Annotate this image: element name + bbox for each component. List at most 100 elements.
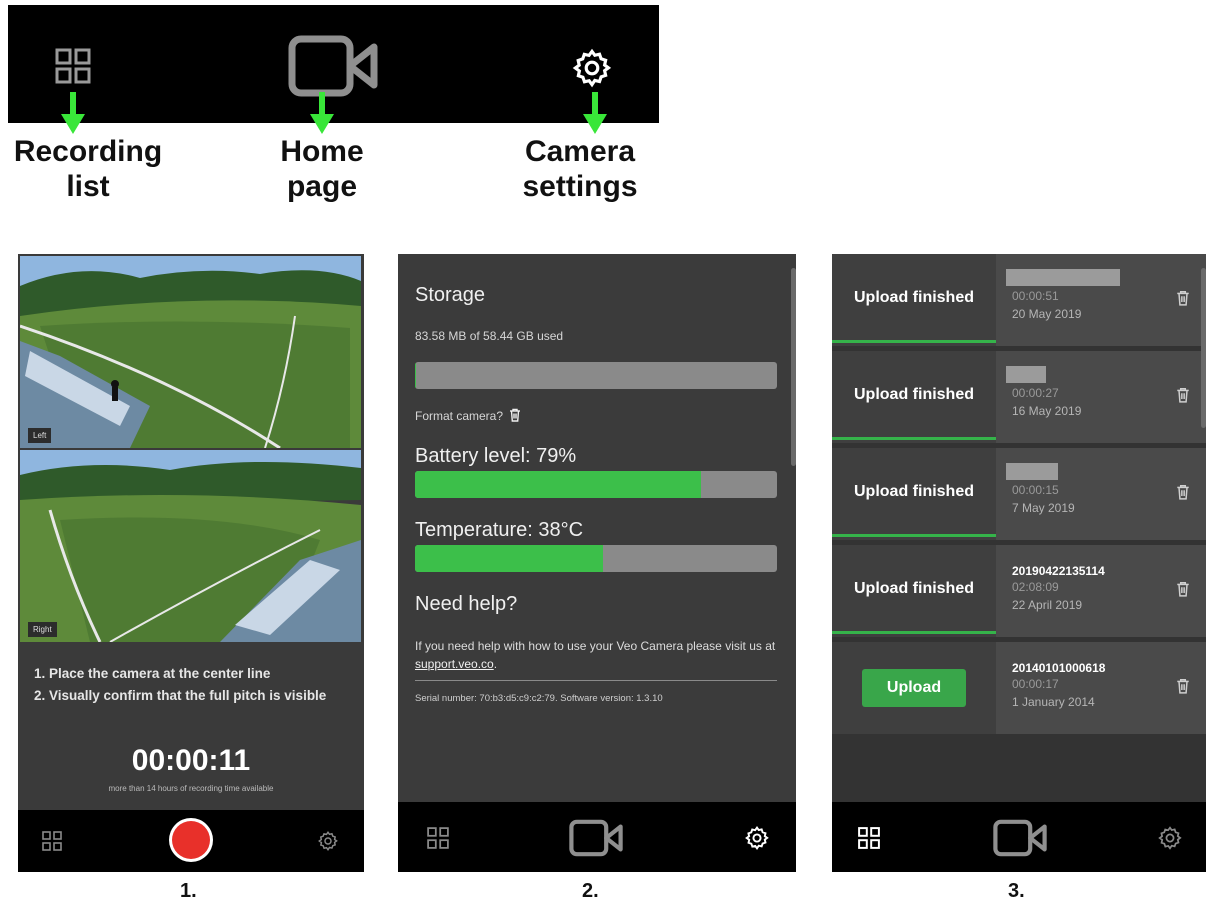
gear-icon	[572, 48, 612, 88]
upload-status: Upload finished	[854, 386, 974, 403]
list-item[interactable]: Upload finished 00:00:51 20 May 2019	[832, 254, 1206, 346]
camera-left-tag: Left	[28, 428, 52, 443]
battery-bar-fill	[415, 471, 701, 498]
temperature-label: Temperature: 38°C	[415, 519, 584, 541]
upload-status: Upload finished	[854, 483, 974, 500]
help-text-body: If you need help with how to use your Ve…	[415, 639, 776, 653]
bottom-nav-bar	[832, 802, 1206, 872]
recording-title: 20140101000618	[1012, 661, 1106, 675]
delete-recording-icon[interactable]	[1176, 581, 1190, 597]
battery-bar	[415, 471, 777, 498]
upload-progress-line	[832, 437, 996, 440]
gear-icon[interactable]	[317, 830, 339, 852]
row-info-cell: 00:00:15 7 May 2019	[996, 448, 1206, 540]
record-button[interactable]	[168, 817, 214, 863]
gear-icon[interactable]	[744, 825, 770, 851]
recording-title-redacted	[1006, 269, 1120, 286]
recording-date: 22 April 2019	[1012, 598, 1083, 612]
legend-label-home-page: Home page	[280, 135, 364, 203]
storage-bar-fill	[415, 362, 416, 389]
recording-list-screen: Upload finished 00:00:51 20 May 2019 Upload…	[832, 254, 1206, 872]
list-item[interactable]: Upload finished 00:00:15 7 May 2019	[832, 448, 1206, 540]
camera-right-tag: Right	[28, 622, 57, 637]
storage-used: 83.58 MB of 58.44 GB used	[415, 329, 564, 343]
recording-duration: 00:00:17	[1012, 677, 1059, 691]
upload-progress-line	[832, 534, 996, 537]
temperature-bar	[415, 545, 777, 572]
camera-settings-screen: Storage 83.58 MB of 58.44 GB used Format…	[398, 254, 796, 872]
bottom-nav-bar	[398, 802, 796, 872]
format-camera-label: Format camera?	[415, 409, 504, 423]
recording-title: 20190422135114	[1012, 564, 1105, 578]
storage-bar	[415, 362, 777, 389]
row-status-cell: Upload finished	[832, 351, 996, 443]
recording-duration: 00:00:15	[1012, 483, 1059, 497]
format-camera[interactable]: Format camera?	[415, 408, 521, 423]
recording-title-redacted	[1006, 366, 1046, 383]
recording-duration: 00:00:27	[1012, 386, 1059, 400]
delete-recording-icon[interactable]	[1176, 678, 1190, 694]
row-info-cell: 00:00:27 16 May 2019	[996, 351, 1206, 443]
step-number-3: 3.	[1008, 880, 1025, 902]
trash-icon[interactable]	[509, 408, 521, 422]
video-camera-icon	[288, 35, 378, 97]
upload-progress-line	[832, 340, 996, 343]
recording-duration: 02:08:09	[1012, 580, 1059, 594]
recording-duration: 00:00:51	[1012, 289, 1059, 303]
instruction-2: 2. Visually confirm that the full pitch …	[34, 688, 327, 703]
video-camera-icon[interactable]	[569, 819, 623, 857]
gear-icon[interactable]	[1157, 825, 1183, 851]
row-info-cell: 20190422135114 02:08:09 22 April 2019	[996, 545, 1206, 637]
help-text-end: .	[493, 657, 498, 671]
delete-recording-icon[interactable]	[1176, 290, 1190, 306]
serial-number: Serial number: 70:b3:d5:c9:c2:79. Softwa…	[415, 693, 663, 704]
support-link[interactable]: support.veo.co	[415, 657, 494, 671]
bottom-nav-bar	[18, 810, 364, 872]
upload-status: Upload finished	[854, 580, 974, 597]
grid-icon[interactable]	[858, 827, 880, 849]
grid-icon[interactable]	[42, 831, 62, 851]
row-info-cell: 00:00:51 20 May 2019	[996, 254, 1206, 346]
row-status-cell: Upload finished	[832, 448, 996, 540]
scrollbar[interactable]	[791, 268, 796, 466]
storage-title: Storage	[415, 284, 486, 306]
battery-label: Battery level: 79%	[415, 445, 577, 467]
recording-date: 20 May 2019	[1012, 307, 1082, 321]
divider	[415, 680, 777, 681]
upload-progress-line	[832, 631, 996, 634]
scrollbar[interactable]	[1201, 268, 1206, 428]
arrow-down-icon	[583, 92, 607, 134]
row-status-cell: Upload	[832, 642, 996, 734]
list-item[interactable]: Upload finished 00:00:27 16 May 2019	[832, 351, 1206, 443]
upload-button[interactable]: Upload	[862, 669, 966, 707]
recording-date: 16 May 2019	[1012, 404, 1082, 418]
recording-title-redacted	[1006, 463, 1058, 480]
list-item[interactable]: Upload finished 20190422135114 02:08:09 22 …	[832, 545, 1206, 637]
row-info-cell: 20140101000618 00:00:17 1 January 2014	[996, 642, 1206, 734]
recording-date: 1 January 2014	[1012, 695, 1095, 709]
video-camera-icon[interactable]	[993, 819, 1047, 857]
recording-date: 7 May 2019	[1012, 501, 1075, 515]
arrow-down-icon	[310, 92, 334, 134]
camera-preview-right: Right	[20, 450, 361, 642]
step-number-2: 2.	[582, 880, 599, 902]
step-number-1: 1.	[180, 880, 197, 902]
instruction-1: 1. Place the camera at the center line	[34, 666, 271, 681]
upload-status: Upload finished	[854, 289, 974, 306]
list-item[interactable]: Upload 20140101000618 00:00:17 1 January 20…	[832, 642, 1206, 734]
grid-icon[interactable]	[427, 827, 449, 849]
legend-label-recording-list: Recording list	[13, 135, 163, 203]
delete-recording-icon[interactable]	[1176, 484, 1190, 500]
help-text: If you need help with how to use your Ve…	[415, 637, 780, 673]
arrow-down-icon	[61, 92, 85, 134]
grid-icon	[55, 48, 91, 84]
row-status-cell: Upload finished	[832, 254, 996, 346]
recording-timer: 00:00:11	[131, 744, 251, 777]
delete-recording-icon[interactable]	[1176, 387, 1190, 403]
camera-preview-left: Left	[20, 256, 361, 448]
help-title: Need help?	[415, 593, 518, 615]
home-page-screen: Left Right 1. Place the camera at the ce…	[18, 254, 364, 872]
temperature-bar-fill	[415, 545, 604, 572]
row-status-cell: Upload finished	[832, 545, 996, 637]
legend-label-camera-settings: Camera settings	[522, 135, 638, 203]
